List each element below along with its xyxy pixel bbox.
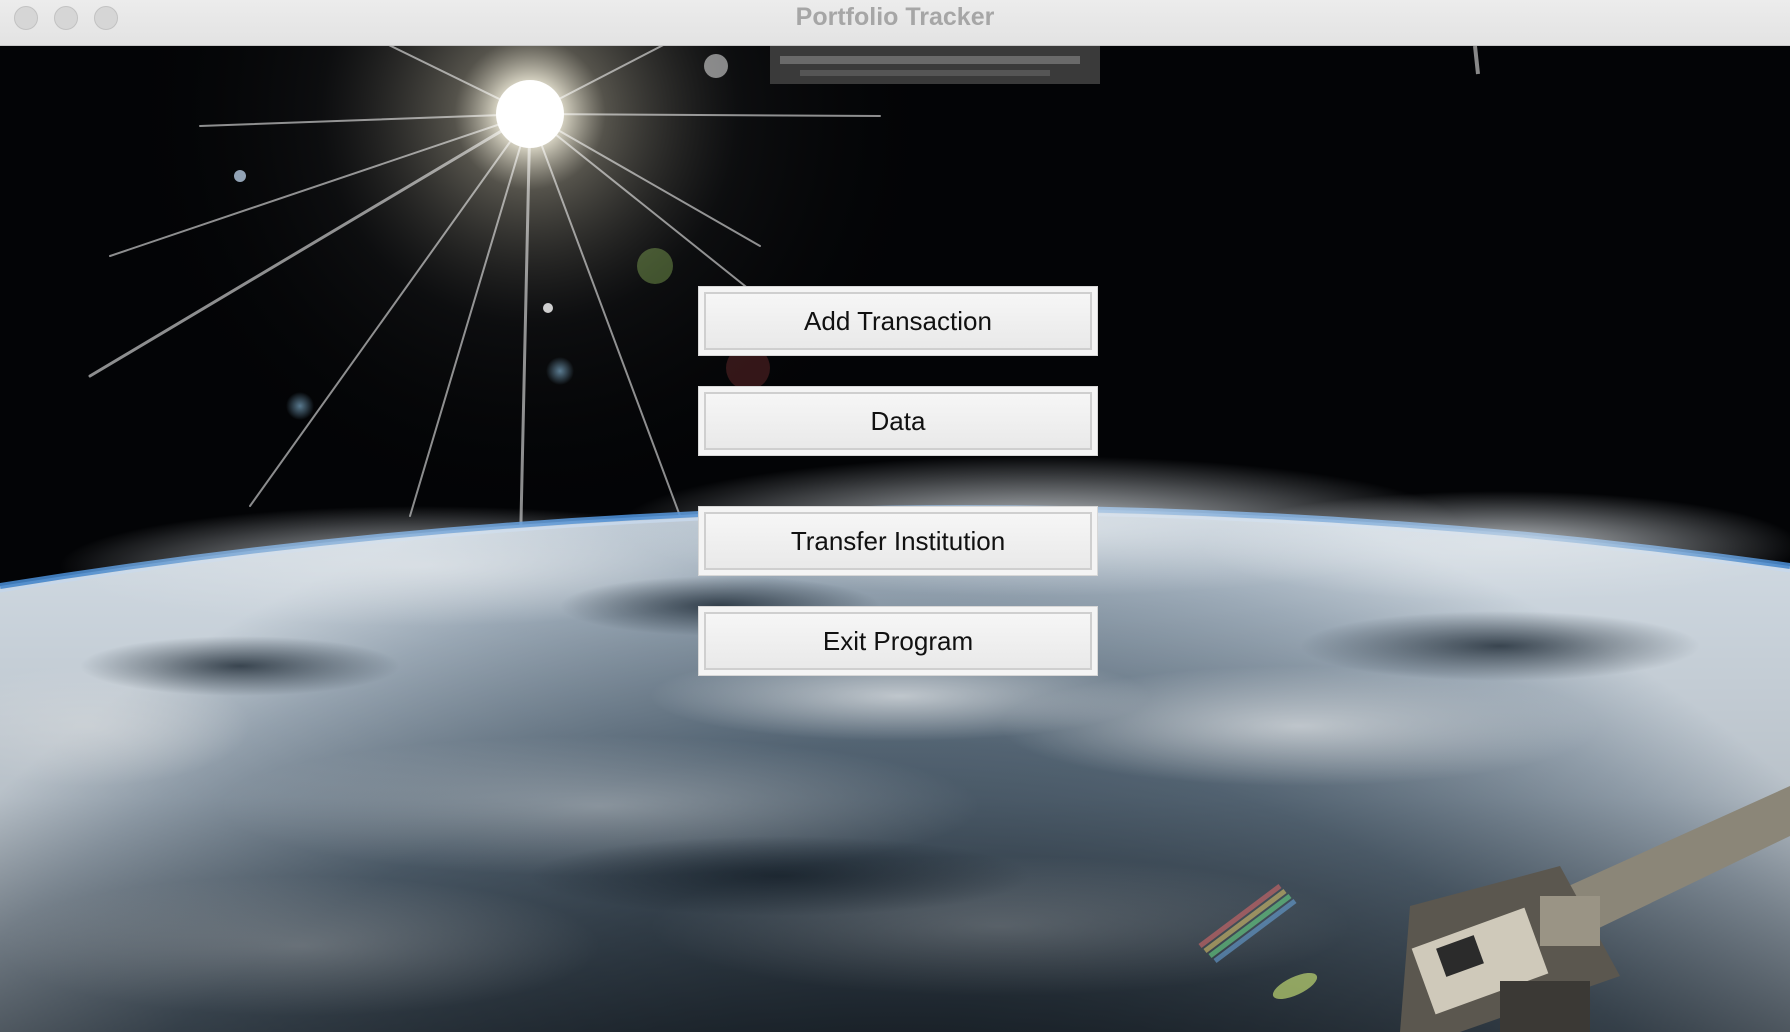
window-title: Portfolio Tracker bbox=[795, 3, 995, 31]
data-button[interactable]: Data bbox=[698, 386, 1098, 456]
data-label: Data bbox=[704, 392, 1092, 450]
add-transaction-label: Add Transaction bbox=[704, 292, 1092, 350]
add-transaction-button[interactable]: Add Transaction bbox=[698, 286, 1098, 356]
exit-program-button[interactable]: Exit Program bbox=[698, 606, 1098, 676]
exit-program-label: Exit Program bbox=[704, 612, 1092, 670]
app-window: Portfolio Tracker Add Transaction Data T… bbox=[0, 0, 1790, 1032]
transfer-institution-label: Transfer Institution bbox=[704, 512, 1092, 570]
transfer-institution-button[interactable]: Transfer Institution bbox=[698, 506, 1098, 576]
title-bar: Portfolio Tracker bbox=[0, 0, 1790, 46]
